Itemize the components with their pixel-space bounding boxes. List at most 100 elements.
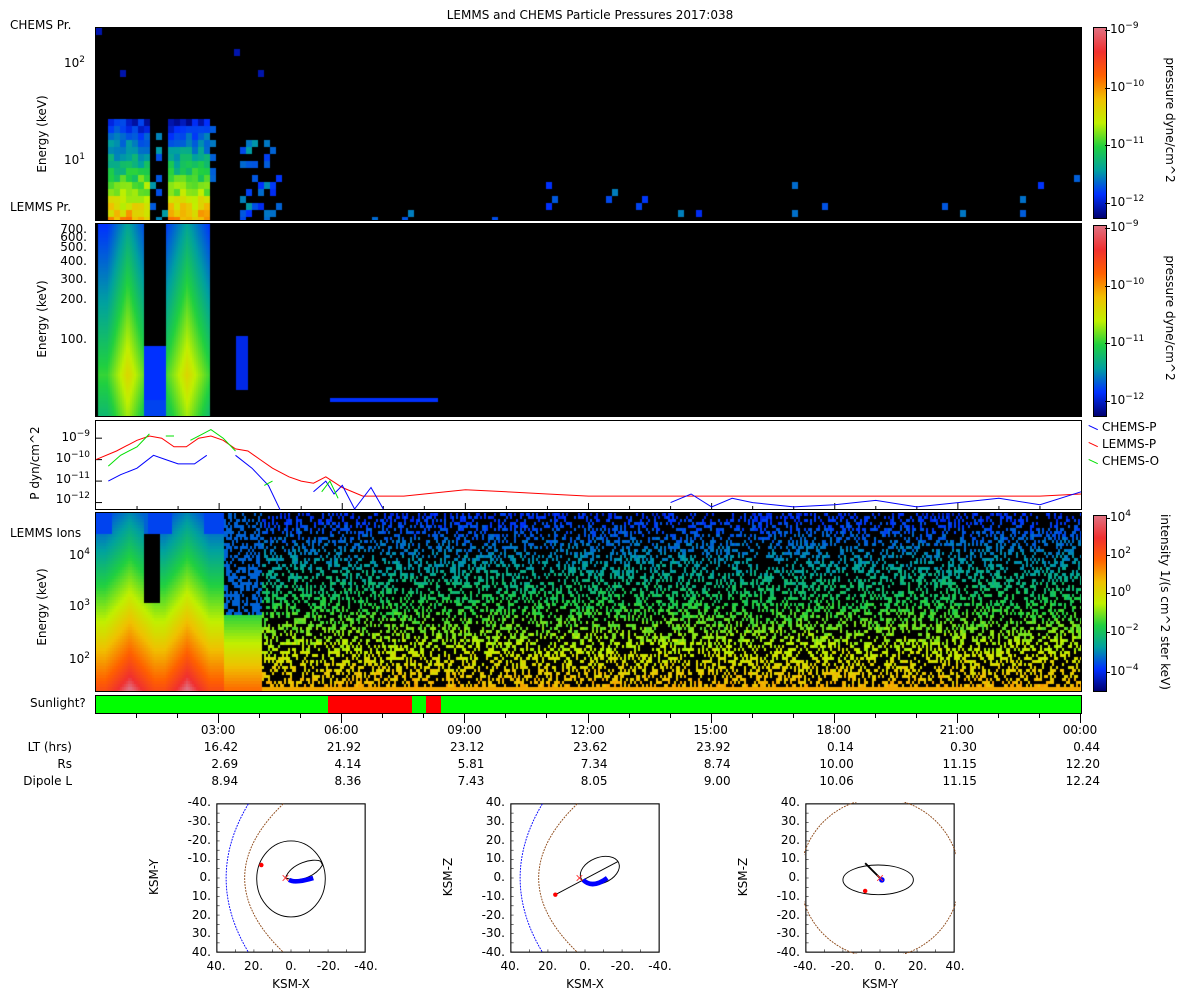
legend-item: CHEMS-O [1088,454,1159,468]
orbit-xtick-label: 20. [537,959,558,973]
time-tick [587,713,589,723]
legend-label: CHEMS-P [1102,420,1157,434]
colorbar-tick-mark [1105,400,1110,402]
legend-swatch [1088,424,1098,431]
orbit-ytick-label: 30. [191,926,211,941]
lemms-pr-ytick: 200. [60,292,87,306]
colorbar-tick-mark [1105,343,1110,344]
ephemeris-row-label: LT (hrs) [27,740,72,754]
orbit-ytick-label: -40. [187,795,211,809]
lemms-pr-ytick: 100. [60,332,87,346]
time-tick-label: 18:00 [816,723,852,737]
ephemeris-value: 4.14 [334,757,362,771]
orbit-plot-2 [510,803,660,953]
time-tick-label: 15:00 [693,723,728,737]
orbit-ytick-label: -30. [187,813,211,828]
ephemeris-value: 8.05 [580,774,608,788]
ephemeris-value: 0.30 [950,740,977,754]
orbit-ytick-label: 0. [493,870,505,884]
legend-swatch [1088,441,1098,448]
plot-title: LEMMS and CHEMS Particle Pressures 2017:… [446,8,734,22]
pressure-ytick: 10−11 [55,471,90,486]
orbit-xtick-label: 0. [579,959,591,973]
ephemeris-value: 16.42 [203,740,239,754]
pressure-colorbar-tick: 10−12 [1110,193,1145,209]
colorbar-tick-mark [1105,30,1110,31]
time-tick [915,713,917,718]
time-tick [956,713,958,723]
sunlight-segment-sun [440,696,1081,713]
orbit-ylabel: KSM-Y [147,858,161,896]
time-tick [669,713,671,718]
legend-item: LEMMS-P [1088,437,1156,451]
orbit-xtick-label: -40. [793,959,817,973]
time-tick-label: 06:00 [323,723,359,737]
sunlight-label: Sunlight? [30,696,86,710]
lemms-pr-panel-label: LEMMS Pr. [10,200,72,214]
orbit-xtick-label: -20. [316,959,341,973]
orbit-plot-3 [804,802,956,954]
time-tick [136,713,138,718]
ephemeris-value: 8.36 [334,774,362,788]
time-tick [874,713,876,718]
intensity-colorbar-label: intensity 1/(s cm^2 ster keV) [1158,514,1172,690]
orbit-xtick-label: 40. [945,959,965,973]
orbit-xlabel: KSM-Y [861,977,899,991]
ephemeris-value: 10.06 [819,774,854,788]
plot-frame [510,803,660,953]
ephemeris-value: 11.15 [942,757,977,771]
time-tick [997,713,999,718]
ephemeris-value: 8.74 [703,757,731,771]
lemms-pr-ytick: 500. [60,240,87,254]
orbit-ytick-label: 40. [780,795,800,809]
time-tick [710,713,712,723]
sunlight-segment-sun [96,696,328,713]
ephemeris-value: 8.94 [211,774,239,788]
ephemeris-value: 7.34 [580,757,608,771]
pressure-colorbar-2 [1093,225,1107,417]
orbit-ytick-label: -10. [187,851,211,866]
orbit-ytick-label: -20. [187,832,211,847]
time-tick [546,713,548,718]
orbit-ytick-label: -10. [776,888,800,903]
orbit-ytick-label: 40. [191,945,211,959]
orbit-xtick-label: -20. [830,959,855,973]
pressure-colorbar-tick: 10−10 [1110,78,1145,94]
pressure-ytick: 10−12 [55,491,90,506]
orbit-xtick-label: -40. [648,959,672,973]
ephemeris-value: 12.20 [1065,757,1100,771]
intensity-colorbar [1093,515,1107,692]
legend-item: CHEMS-P [1088,420,1157,434]
colorbar-tick-mark [1105,145,1110,146]
sunlight-bar [95,695,1082,714]
pressure-colorbar-tick: 10−10 [1110,276,1145,292]
colorbar-tick-mark [1105,87,1110,89]
orbit-xtick-label: -20. [610,959,635,973]
ephemeris-value: 23.92 [696,740,731,754]
pressure-colorbar-tick: 10−11 [1110,136,1145,151]
time-tick-label: 21:00 [939,723,975,737]
intensity-colorbar-tick: 104 [1110,509,1132,524]
spacecraft-start-marker [553,892,558,897]
sunlight-segment-sun [412,696,427,713]
ephemeris-value: 2.69 [211,757,239,771]
lemms-ions-panel-label: LEMMS Ions [10,526,82,540]
ephemeris-value: 9.00 [703,774,731,788]
ephemeris-value: 5.81 [457,757,485,771]
intensity-colorbar-tick: 102 [1110,546,1132,561]
orbit-ytick-label: 10. [780,851,800,866]
pressure-colorbar-tick: 10−9 [1110,219,1139,234]
ephemeris-value: 0.14 [827,740,854,754]
lemms-pr-ytick: 400. [60,254,87,268]
lemms-ions-ytick: 104 [68,547,90,562]
time-tick-label: 00:00 [1062,723,1098,737]
orbit-ytick-label: -30. [776,926,800,941]
orbit-ytick-label: -40. [481,945,505,959]
colorbar-tick-mark [1105,202,1110,204]
time-tick [464,713,466,723]
orbit-xtick-label: 40. [500,959,520,973]
orbit-ytick-label: 0. [788,870,800,884]
orbit-xtick-label: 20. [907,959,928,973]
chems-ytick: 102 [63,55,85,70]
time-tick [833,713,835,723]
